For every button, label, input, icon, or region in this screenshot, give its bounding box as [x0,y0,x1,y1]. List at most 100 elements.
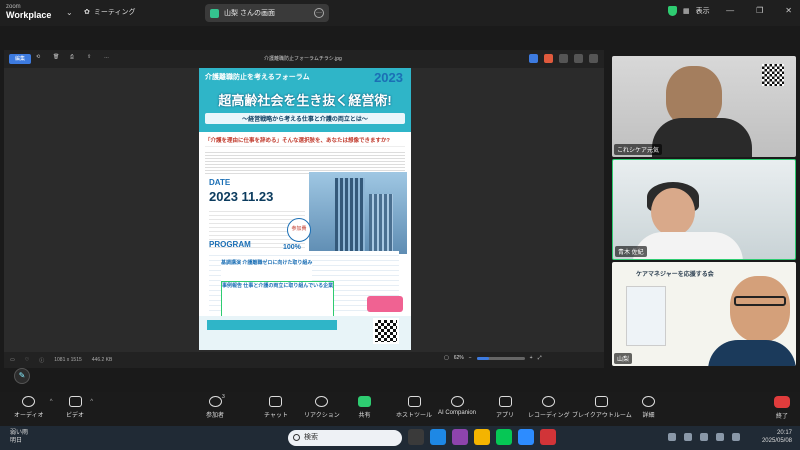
more-button[interactable]: 詳細 [642,396,655,419]
taskbar-search[interactable]: 検索 [288,430,402,446]
leave-label: 終了 [775,414,788,420]
share-viewer-icon[interactable]: ⇪ [87,54,99,64]
editor-app-icon[interactable] [529,54,538,63]
video-label: ビデオ [66,413,85,419]
reactions-button[interactable]: リアクション [304,396,340,419]
rotate-icon[interactable]: ⟲ [36,54,48,64]
chevron-up-icon[interactable] [668,433,676,441]
app-icon[interactable] [540,429,556,445]
record-icon [542,396,556,407]
cloud-icon[interactable] [589,54,598,63]
share-button[interactable]: 共有 [358,396,371,419]
share-label: 山梨 さんの画面 [224,10,275,17]
sparkle-icon [450,396,464,407]
image-filesize: 446.2 KB [91,357,113,363]
apps-button[interactable]: アプリ [496,396,514,419]
zoom-control: ▢ 62% − + ⤢ [444,355,542,361]
participants-button[interactable]: 参加者 3 [206,394,225,419]
flyer-date-label: DATE [209,178,231,187]
heart-icon[interactable]: ♡ [25,357,29,363]
audio-button[interactable]: オーディオ ^ [14,396,53,419]
battery-icon[interactable] [732,433,740,441]
fit-icon[interactable]: ▢ [444,355,449,361]
chat-button[interactable]: チャット [264,396,288,419]
search-icon [293,434,300,441]
participants-label: 参加者 [206,413,225,419]
title-bar: zoom Workplace ⌄ ✿ ミーティング 山梨 さんの画面 ··· ▦… [0,0,800,26]
grid-icon[interactable]: ▦ [683,7,690,15]
delete-icon[interactable]: 🗑 [53,54,65,64]
more-label: 詳細 [642,413,655,419]
file-explorer-icon[interactable] [474,429,490,445]
reactions-label: リアクション [304,413,340,419]
edit-button[interactable]: 編集 [9,54,31,64]
flyer-fee-badge-value: 100% [283,244,301,251]
ai-companion-button[interactable]: AI Companion [438,396,476,416]
system-tray [668,433,740,441]
line-icon[interactable] [496,429,512,445]
volume-icon[interactable] [716,433,724,441]
participant-tile-2[interactable]: 青木 佐紀 [612,159,796,260]
meeting-menu[interactable]: ✿ ミーティング [84,7,135,17]
info-icon[interactable] [559,54,568,63]
view-button[interactable]: 表示 [696,6,710,16]
zoom-in-icon[interactable]: + [530,355,533,361]
flyer-footer [199,296,411,350]
people-icon: ✿ [84,9,90,16]
host-tools-button[interactable]: ホストツール [396,396,432,419]
zoom-logo[interactable]: zoom Workplace [6,3,51,20]
apps-label: アプリ [496,413,515,419]
security-shield-icon[interactable] [668,6,677,16]
breakout-label: ブレイクアウトルーム [572,413,632,419]
os-taskbar: 弱い雨 明日 検索 20:17 2025/05/08 [0,426,800,450]
flyer-headline: 超高齢社会を生き抜く経営術! [218,93,392,108]
caret-up-icon[interactable]: ^ [90,399,93,405]
print-icon[interactable]: ⎙ [70,54,82,64]
more-icon[interactable]: … [104,54,116,64]
wifi-icon[interactable] [700,433,708,441]
participants-icon [208,396,222,407]
minimize-icon[interactable]: — [726,6,734,15]
breakout-rooms-button[interactable]: ブレイクアウトルーム [572,396,632,419]
participant-1-video [666,66,722,126]
participant-tile-1[interactable]: これシケア元気 [612,56,796,157]
task-view-icon[interactable] [408,429,424,445]
record-button[interactable]: レコーディング [528,396,570,419]
video-button[interactable]: ビデオ ^ [66,396,93,419]
microphone-icon [22,396,36,407]
zoom-out-icon[interactable]: − [469,355,472,361]
info-circle-icon[interactable]: ⓘ [39,357,44,364]
screen-share-indicator[interactable]: 山梨 さんの画面 ··· [205,4,329,22]
apps-icon [498,396,512,407]
filmstrip-icon[interactable]: ▭ [10,357,15,363]
participant-tile-3[interactable]: ケアマネジャーを応援する会 山梨 [612,262,796,366]
flyer-building-photo [309,172,407,254]
bluetooth-icon[interactable] [684,433,692,441]
more-options-icon[interactable]: ··· [314,8,324,18]
image-viewer-statusbar: ▭ ♡ ⓘ 1081 x 1515 446.2 KB ▢ 62% − + ⤢ [4,352,604,368]
system-clock[interactable]: 20:17 2025/05/08 [762,429,792,445]
flyer-apply-banner [367,296,403,312]
edge-icon[interactable] [430,429,446,445]
zoom-app-icon[interactable] [518,429,534,445]
participant-name: これシケア元気 [614,144,663,155]
zoom-slider[interactable] [476,356,525,360]
close-icon[interactable]: ✕ [785,6,792,15]
weather-line2: 明日 [10,438,23,444]
maximize-icon[interactable]: ❐ [756,6,763,15]
audio-label: オーディオ [14,413,44,419]
participants-count: 3 [222,394,225,400]
favorite-icon[interactable] [574,54,583,63]
flyer-qr-code [373,318,399,344]
leave-button[interactable]: 終了 [774,396,790,420]
fullscreen-icon[interactable]: ⤢ [538,355,542,361]
annotate-pen-icon[interactable]: ✎ [14,368,30,384]
participant-2-body [633,232,743,259]
copilot-icon[interactable] [452,429,468,445]
clipchamp-icon[interactable] [544,54,553,63]
zoom-level[interactable]: 62% [454,355,464,361]
chevron-down-icon[interactable]: ⌄ [66,8,73,17]
weather-widget[interactable]: 弱い雨 明日 [10,429,28,445]
caret-up-icon[interactable]: ^ [50,399,53,405]
participant-1-qr [762,64,784,86]
